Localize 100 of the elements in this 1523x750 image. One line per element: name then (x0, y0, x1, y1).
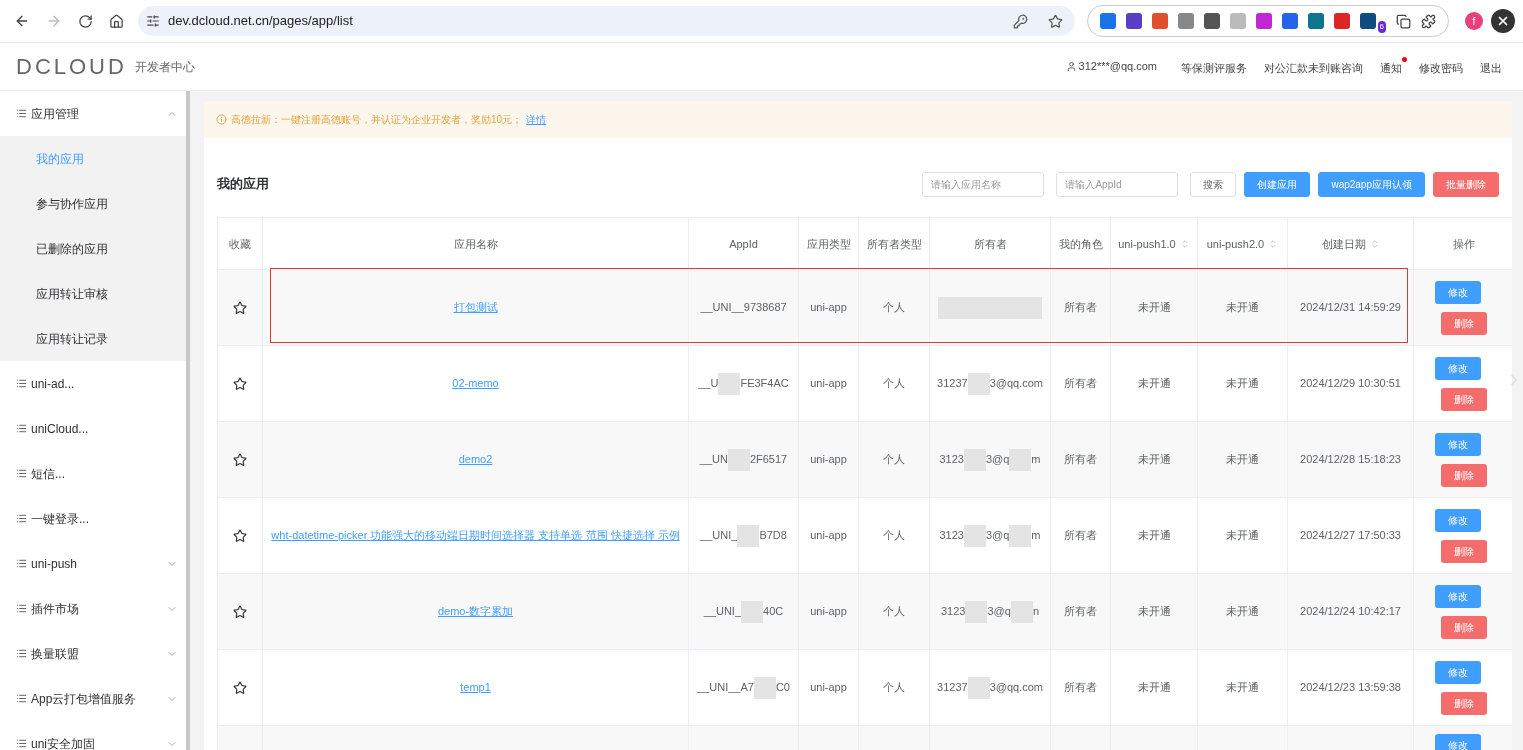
delete-button[interactable]: 删除 (1440, 463, 1487, 487)
extension-icon[interactable] (1281, 13, 1298, 29)
cell-text: 未开通 (1137, 604, 1171, 620)
sidebar-item[interactable]: 应用管理 (0, 91, 186, 136)
redaction-patch (963, 524, 986, 547)
redaction-patch (967, 676, 990, 699)
app-name-field[interactable]: 请输入应用名称 (922, 171, 1045, 197)
delete-button[interactable]: 删除 (1440, 311, 1487, 335)
cell-text: m (1031, 528, 1041, 544)
toolbar-button[interactable]: 批量删除 (1433, 171, 1499, 197)
cell-text: __UN (699, 452, 728, 468)
sidebar-item[interactable]: uniCloud... (0, 406, 186, 451)
extension-icon[interactable] (1255, 13, 1272, 29)
cell-text: 个人 (883, 300, 905, 316)
cell-text: 个人 (883, 680, 905, 696)
app-name-link[interactable]: wht-datetime-picker 功能强大的移动端日期时间选择器 支持单选 范围 快捷选择 示例 (271, 527, 680, 544)
cell-text: m (1031, 452, 1041, 468)
cell-text: 3@q (985, 528, 1010, 544)
app-name-link[interactable]: temp1 (460, 679, 491, 696)
column-header[interactable]: uni-push2.0 (1198, 218, 1288, 269)
sidebar-subitem[interactable]: 已删除的应用 (0, 226, 186, 271)
back-icon[interactable] (14, 13, 30, 29)
extension-icon[interactable] (1203, 13, 1220, 29)
cell-text: C0 (775, 680, 790, 696)
favorite-star-icon[interactable] (233, 452, 247, 467)
cell-text: __UNI__A7 (697, 680, 754, 696)
sidebar-item[interactable]: 短信... (0, 451, 186, 496)
favorite-star-icon[interactable] (233, 376, 247, 391)
delete-button[interactable]: 删除 (1440, 615, 1487, 639)
redaction-patch (737, 524, 760, 547)
cell-text: 个人 (883, 528, 905, 544)
cell-text: uni-app (810, 300, 847, 316)
extension-icon[interactable] (1307, 13, 1324, 29)
reload-icon[interactable] (78, 13, 93, 29)
favorite-star-icon[interactable] (233, 300, 247, 315)
extension-icon[interactable] (1151, 13, 1168, 29)
toolbar-button[interactable]: 搜索 (1190, 171, 1237, 197)
extension-icon[interactable] (1359, 13, 1376, 29)
favorite-star-icon[interactable] (233, 604, 247, 619)
app-name-link[interactable]: 02-memo (452, 375, 499, 392)
sidebar-item[interactable]: App云打包增值服务 (0, 676, 186, 721)
cell-text: 未开通 (1226, 680, 1259, 696)
bookmark-star-icon[interactable] (1047, 13, 1063, 29)
redaction-patch (967, 372, 990, 395)
dcloud-logo[interactable]: DCLOUD (16, 50, 127, 83)
column-header[interactable]: uni-push1.0 (1111, 218, 1198, 269)
favorite-star-icon[interactable] (233, 528, 247, 543)
cell-text: 未开通 (1137, 680, 1171, 696)
extension-icon[interactable] (1099, 13, 1116, 29)
sidebar-item[interactable]: uni安全加固 (0, 721, 186, 750)
column-header: 我的角色 (1051, 218, 1111, 269)
sidebar-subitem[interactable]: 参与协作应用 (0, 181, 186, 226)
extension-icon[interactable] (1333, 13, 1350, 29)
sidebar-item[interactable]: uni-push (0, 541, 186, 586)
header-link[interactable]: 对公汇款未到账咨询 (1264, 56, 1368, 77)
key-icon[interactable] (1012, 13, 1028, 29)
cell-text: 未开通 (1137, 300, 1171, 316)
header-link[interactable]: 通知 (1380, 56, 1407, 77)
cell-text: 未开通 (1226, 528, 1259, 544)
sidebar-subitem[interactable]: 应用转让记录 (0, 316, 186, 361)
cell-text: uni-app (810, 528, 847, 544)
sidebar-item[interactable]: uni-ad... (0, 361, 186, 406)
appid-field[interactable]: 请输入AppId (1056, 171, 1179, 197)
cell-text: 所有者 (1064, 452, 1097, 468)
close-icon[interactable] (1491, 9, 1515, 33)
sidebar-item[interactable]: 一键登录... (0, 496, 186, 541)
column-header: 操作 (1414, 218, 1512, 269)
header-link[interactable]: 退出 (1480, 56, 1507, 77)
cell-text: uni-app (810, 452, 847, 468)
cell-text: 2024/12/31 14:59:29 (1300, 300, 1401, 316)
delete-button[interactable]: 删除 (1440, 691, 1487, 715)
sidebar-item[interactable]: 插件市场 (0, 586, 186, 631)
list-icon (16, 603, 27, 614)
cell-text: 未开通 (1226, 604, 1259, 620)
cell-text: 个人 (883, 376, 905, 392)
cell-text: 3@q (985, 452, 1010, 468)
delete-button[interactable]: 删除 (1440, 387, 1487, 411)
redaction-patch (718, 372, 741, 395)
favorite-star-icon[interactable] (233, 680, 247, 695)
address-bar[interactable]: dev.dcloud.net.cn/pages/app/list (138, 6, 1075, 36)
user-email[interactable]: 312***@qq.com (1078, 58, 1157, 75)
cell-text: __UNI_ (703, 604, 742, 620)
extensions-icon[interactable] (1421, 13, 1436, 29)
cell-text: 所有者 (1064, 680, 1097, 696)
column-header[interactable]: 创建日期 (1288, 218, 1414, 269)
sidebar-item[interactable]: 换量联盟 (0, 631, 186, 676)
extension-icon[interactable] (1125, 13, 1142, 29)
sidebar-subitem[interactable]: 应用转让审核 (0, 271, 186, 316)
header-link[interactable]: 等保测评服务 (1181, 56, 1252, 77)
scrollbar[interactable] (186, 91, 190, 750)
cell-text: 个人 (883, 452, 905, 468)
cell-text: 2024/12/28 15:18:23 (1300, 452, 1401, 468)
profile-avatar[interactable]: f (1465, 12, 1483, 30)
tabs-icon[interactable] (1396, 13, 1411, 29)
cell-text: 未开通 (1137, 376, 1171, 392)
home-icon[interactable] (109, 13, 124, 29)
cell-text: uni-app (810, 604, 847, 620)
header-link[interactable]: 修改密码 (1419, 56, 1468, 77)
site-info-icon[interactable] (146, 14, 160, 28)
delete-button[interactable]: 删除 (1440, 539, 1487, 563)
